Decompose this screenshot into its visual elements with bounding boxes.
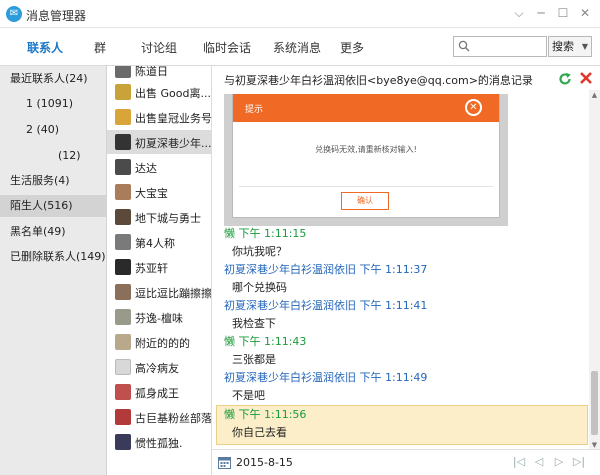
- avatar: [115, 384, 131, 400]
- search-icon: [458, 40, 470, 52]
- calendar-icon[interactable]: [218, 456, 231, 469]
- delete-icon[interactable]: [579, 71, 593, 85]
- search-box: [453, 36, 547, 57]
- avatar: [115, 284, 131, 300]
- avatar: [115, 209, 131, 225]
- sidebar: 最近联系人(24) 1 (1091) 2 (40) (12) 生活服务(4) 陌…: [0, 66, 107, 475]
- app-logo-icon: ✉: [6, 6, 22, 22]
- message-header: 懒 下午 1:11:56: [224, 408, 307, 421]
- message-header: 懒 下午 1:11:15: [224, 227, 307, 240]
- window-title: 消息管理器: [26, 9, 87, 23]
- message-header: 初夏深巷少年白衫温润依旧 下午 1:11:37: [224, 263, 428, 276]
- nav-bar: 联系人 群 讨论组 临时会话 系统消息 更多 搜索 ▼: [0, 28, 600, 66]
- title-bar: ✉ 消息管理器 ⌵ ─ ☐ ✕: [0, 0, 600, 28]
- sidebar-item-strangers[interactable]: 陌生人(516): [0, 195, 107, 217]
- search-button[interactable]: 搜索 ▼: [548, 36, 592, 57]
- avatar: [115, 409, 131, 425]
- sidebar-item-group-3[interactable]: (12): [0, 145, 107, 167]
- message-header: 懒 下午 1:11:43: [224, 335, 307, 348]
- sidebar-item-deleted[interactable]: 已删除联系人(149): [0, 246, 107, 268]
- prev-page-icon[interactable]: ◁: [532, 455, 546, 469]
- message-text: 我检查下: [232, 317, 276, 330]
- tab-more[interactable]: 更多: [340, 39, 364, 56]
- tab-discussions[interactable]: 讨论组: [141, 39, 177, 56]
- refresh-icon[interactable]: [558, 72, 572, 86]
- list-item[interactable]: 地下城与勇士: [107, 205, 211, 229]
- tab-groups[interactable]: 群: [94, 39, 106, 56]
- avatar: [115, 109, 131, 125]
- dialog-confirm-button: 确认: [341, 192, 389, 210]
- list-item[interactable]: 惯性孤独.: [107, 430, 211, 454]
- avatar: [115, 434, 131, 450]
- tab-system-messages[interactable]: 系统消息: [273, 39, 321, 56]
- avatar: [115, 234, 131, 250]
- close-icon: ✕: [465, 99, 482, 116]
- list-item[interactable]: 苏亚轩: [107, 255, 211, 279]
- avatar: [115, 66, 131, 78]
- message-text: 三张都是: [232, 353, 276, 366]
- dialog-screenshot: 提示 ✕ 兑换码无效,请重新核对输入! 确认: [232, 94, 500, 218]
- list-item[interactable]: 达达: [107, 155, 211, 179]
- avatar: [115, 84, 131, 100]
- tab-contacts[interactable]: 联系人: [27, 39, 63, 56]
- dialog-title: 提示: [245, 105, 264, 115]
- avatar: [115, 259, 131, 275]
- scrollbar[interactable]: ▲ ▼: [589, 90, 600, 451]
- list-item[interactable]: 第4人称: [107, 230, 211, 254]
- message-text: 你坑我呢？: [232, 245, 287, 258]
- chat-header: 与初夏深巷少年白衫温润依旧<bye8ye@qq.com>的消息记录: [224, 74, 533, 87]
- sidebar-item-group-1[interactable]: 1 (1091): [0, 93, 107, 115]
- avatar: [115, 134, 131, 150]
- sidebar-item-services[interactable]: 生活服务(4): [0, 170, 107, 192]
- dialog-header: 提示 ✕: [233, 94, 499, 122]
- message-text: 哪个兑换码: [232, 281, 287, 294]
- footer-bar: 2015-8-15 |◁ ◁ ▷ ▷|: [212, 449, 600, 475]
- sidebar-item-recent[interactable]: 最近联系人(24): [0, 68, 107, 90]
- menu-chevron-icon[interactable]: ⌵: [510, 5, 528, 21]
- scroll-up-arrow-icon[interactable]: ▲: [589, 90, 600, 101]
- message-text: 不是吧: [232, 389, 265, 402]
- sidebar-item-blacklist[interactable]: 黑名单(49): [0, 221, 107, 243]
- list-item[interactable]: 逗比逗比蹦擦擦: [107, 280, 211, 304]
- avatar: [115, 309, 131, 325]
- message-header: 初夏深巷少年白衫温润依旧 下午 1:11:49: [224, 371, 428, 384]
- chat-panel: 与初夏深巷少年白衫温润依旧<bye8ye@qq.com>的消息记录 提示 ✕ 兑…: [212, 66, 600, 475]
- close-button[interactable]: ✕: [576, 5, 594, 21]
- list-item[interactable]: 孤身成王: [107, 380, 211, 404]
- list-item[interactable]: 高冷病友: [107, 355, 211, 379]
- maximize-button[interactable]: ☐: [554, 5, 572, 21]
- minimize-button[interactable]: ─: [532, 5, 550, 21]
- avatar: [115, 159, 131, 175]
- image-attachment[interactable]: 提示 ✕ 兑换码无效,请重新核对输入! 确认: [224, 94, 508, 226]
- list-item[interactable]: 古巨基粉丝部落: [107, 405, 211, 429]
- message-text: 你自己去看: [232, 426, 287, 439]
- chevron-down-icon: ▼: [581, 42, 588, 51]
- scrollbar-thumb[interactable]: [591, 371, 598, 435]
- tab-temp-sessions[interactable]: 临时会话: [203, 39, 251, 56]
- avatar: [115, 184, 131, 200]
- search-input[interactable]: [474, 38, 544, 55]
- divider: [239, 186, 493, 187]
- contact-list: 陈道日 出售 Good离... 出售皇冠业务号 初夏深巷少年... 达达 大宝宝…: [107, 66, 212, 475]
- avatar: [115, 359, 131, 375]
- list-item[interactable]: 附近的的的: [107, 330, 211, 354]
- date-label: 2015-8-15: [236, 456, 293, 469]
- dialog-message: 兑换码无效,请重新核对输入!: [315, 145, 417, 154]
- list-item[interactable]: 出售 Good离...: [107, 80, 211, 104]
- last-page-icon[interactable]: ▷|: [572, 455, 586, 469]
- message-header: 初夏深巷少年白衫温润依旧 下午 1:11:41: [224, 299, 428, 312]
- avatar: [115, 334, 131, 350]
- next-page-icon[interactable]: ▷: [552, 455, 566, 469]
- list-item[interactable]: 初夏深巷少年...: [107, 130, 211, 154]
- search-button-label: 搜索: [552, 40, 574, 53]
- first-page-icon[interactable]: |◁: [512, 455, 526, 469]
- sidebar-item-group-2[interactable]: 2 (40): [0, 119, 107, 141]
- list-item[interactable]: 大宝宝: [107, 180, 211, 204]
- list-item[interactable]: 出售皇冠业务号: [107, 105, 211, 129]
- list-item[interactable]: 芬逸-檀味: [107, 305, 211, 329]
